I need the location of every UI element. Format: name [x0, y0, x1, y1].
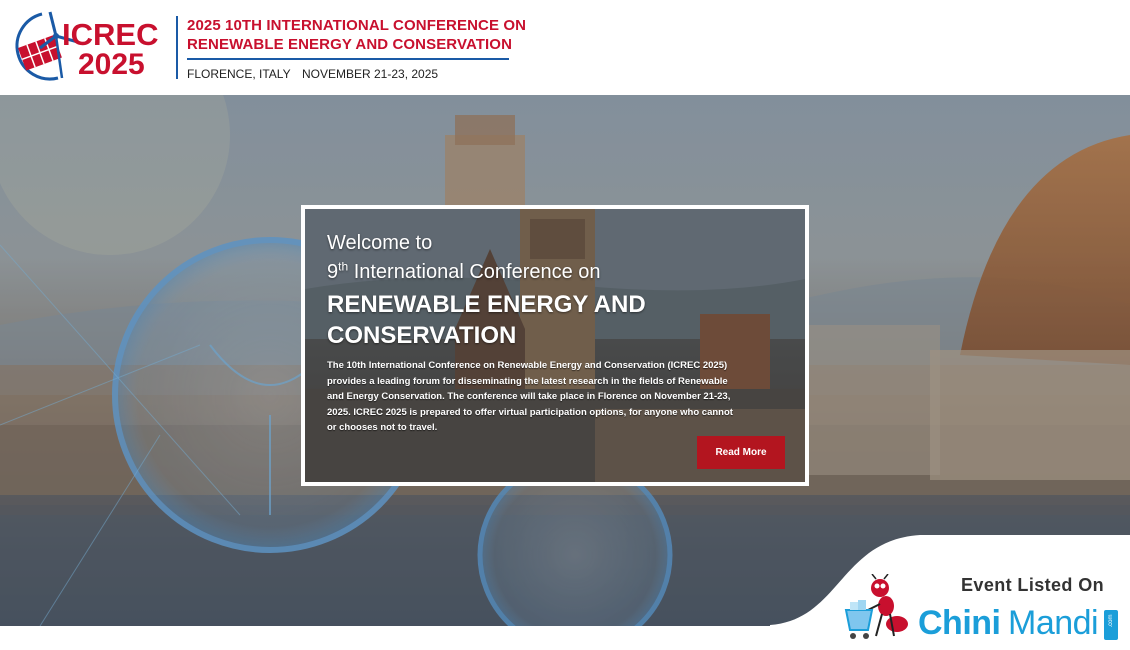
title-underline	[187, 58, 509, 60]
chinimandi-com-text: .com	[1108, 614, 1114, 628]
conference-dates: NOVEMBER 21-23, 2025	[302, 67, 439, 81]
conference-title[interactable]: 2025 10TH INTERNATIONAL CONFERENCE ON RE…	[187, 16, 526, 54]
welcome-line2: 9th International Conference on	[327, 258, 601, 287]
page: ICREC 2025 2025 10TH INTERNATIONAL CONFE…	[0, 0, 1130, 650]
description-line2: provides a leading forum for disseminati…	[327, 375, 728, 387]
ant-mascot-cart-icon[interactable]	[842, 574, 912, 642]
chinimandi-com-tag: .com	[1104, 610, 1118, 640]
conference-description: The 10th International Conference on Ren…	[327, 358, 787, 436]
chinimandi-logo-mandi[interactable]: Mandi	[1008, 604, 1099, 643]
conference-location: FLORENCE, ITALY	[187, 67, 291, 81]
description-line4: 2025. ICREC 2025 is prepared to offer vi…	[327, 406, 733, 418]
conference-title-line1: 2025 10TH INTERNATIONAL CONFERENCE ON	[187, 17, 527, 34]
chinimandi-logo-chini[interactable]: Chini	[918, 604, 1001, 643]
read-more-button[interactable]: Read More	[697, 436, 785, 469]
headline-line2: CONSERVATION	[327, 322, 517, 349]
header-divider	[176, 16, 178, 79]
welcome-line2-rest: International Conference on	[348, 261, 601, 283]
welcome-line1: Welcome to	[327, 232, 433, 254]
description-line5: or chooses not to travel.	[327, 422, 438, 434]
conference-title-line2: RENEWABLE ENERGY AND CONSERVATION	[187, 36, 513, 53]
description-line1: The 10th International Conference on Ren…	[327, 360, 728, 371]
headline-line1: RENEWABLE ENERGY AND	[327, 291, 646, 318]
site-header: ICREC 2025 2025 10TH INTERNATIONAL CONFE…	[0, 0, 1130, 95]
welcome-heading: Welcome to 9th International Conference …	[327, 229, 601, 287]
welcome-card: Welcome to 9th International Conference …	[301, 205, 809, 486]
ordinal-suffix: th	[338, 259, 349, 274]
logo-year: 2025	[78, 48, 145, 81]
event-listed-on-label: Event Listed On	[961, 575, 1105, 595]
ordinal-number: 9	[327, 261, 339, 283]
description-line3: and Energy Conservation. The conference …	[327, 391, 731, 403]
icrec-logo[interactable]: ICREC 2025	[8, 8, 173, 86]
conference-headline: RENEWABLE ENERGY AND CONSERVATION	[327, 289, 646, 351]
